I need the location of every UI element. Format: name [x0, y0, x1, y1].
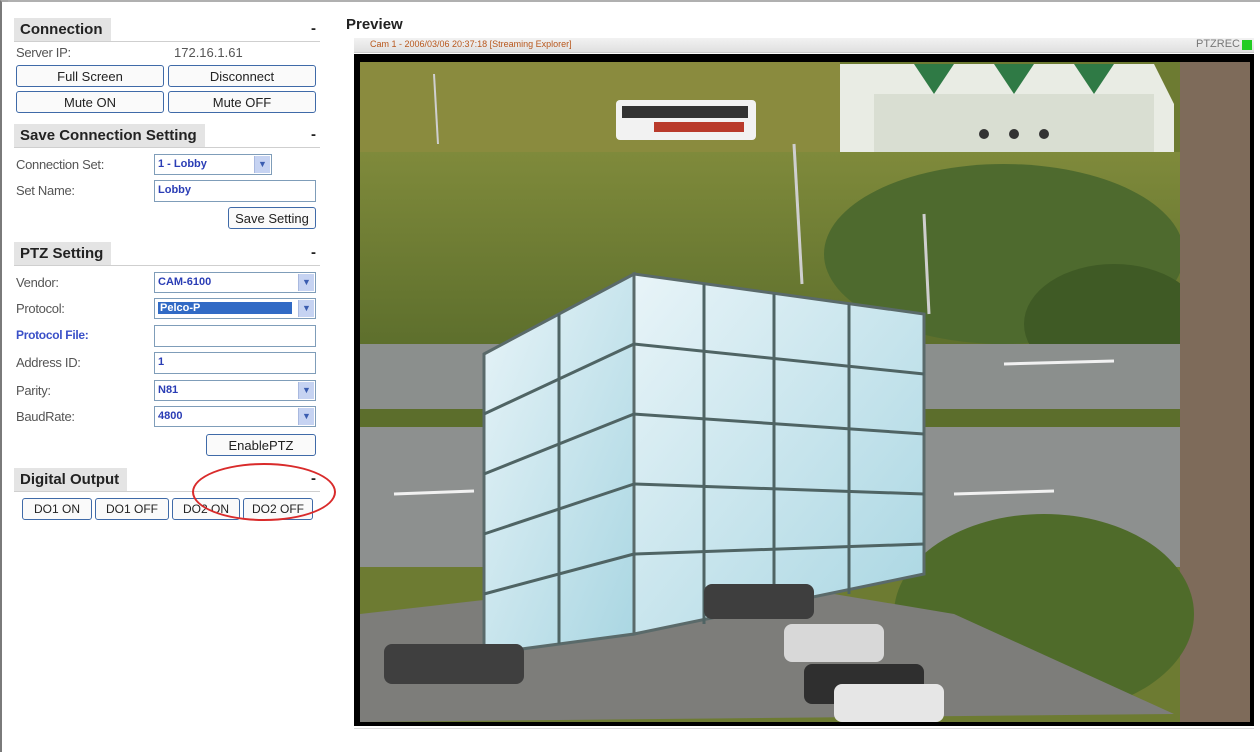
disconnect-button[interactable]: Disconnect	[168, 65, 316, 87]
digital-output-title: Digital Output	[14, 468, 128, 492]
set-name-input[interactable]: Lobby	[154, 180, 316, 202]
preview-title: Preview	[346, 16, 403, 33]
connection-minimize-button[interactable]: -	[311, 20, 316, 37]
control-panel: Connection - Server IP: 172.16.1.61 Full…	[14, 16, 320, 528]
save-setting-button[interactable]: Save Setting	[228, 207, 316, 229]
preview-bottom-divider	[354, 728, 1254, 729]
connection-set-select[interactable]: 1 - Lobby ▼	[154, 154, 272, 175]
chevron-down-icon[interactable]: ▼	[298, 274, 314, 291]
section-divider	[14, 265, 320, 266]
full-screen-button[interactable]: Full Screen	[16, 65, 164, 87]
parity-value: N81	[158, 384, 179, 396]
do1-on-button[interactable]: DO1 ON	[22, 498, 92, 520]
parity-select[interactable]: N81 ▼	[154, 380, 316, 401]
parity-label: Parity:	[16, 383, 51, 398]
protocol-file-label: Protocol File:	[16, 328, 89, 342]
connection-header: Connection -	[14, 16, 320, 42]
ptz-title: PTZ Setting	[14, 242, 112, 266]
connection-set-label: Connection Set:	[16, 157, 105, 172]
save-connection-title: Save Connection Setting	[14, 124, 205, 148]
connection-section: Connection - Server IP: 172.16.1.61 Full…	[14, 16, 320, 116]
protocol-label: Protocol:	[16, 301, 65, 316]
ptz-header: PTZ Setting -	[14, 240, 320, 266]
protocol-value: Pelco-P	[158, 302, 292, 314]
chevron-down-icon[interactable]: ▼	[298, 408, 314, 425]
page-border	[0, 0, 8, 752]
set-name-label: Set Name:	[16, 183, 75, 198]
record-indicator-icon	[1242, 40, 1252, 50]
enable-ptz-button[interactable]: EnablePTZ	[206, 434, 316, 456]
server-ip-value: 172.16.1.61	[174, 45, 243, 60]
camera-video-feed[interactable]	[354, 54, 1254, 726]
save-connection-minimize-button[interactable]: -	[311, 126, 316, 143]
address-id-input[interactable]: 1	[154, 352, 316, 374]
connection-title: Connection	[14, 18, 111, 42]
ptz-section: PTZ Setting - Vendor: CAM-6100 ▼ Protoco…	[14, 240, 320, 460]
top-border	[0, 0, 1260, 5]
do1-off-button[interactable]: DO1 OFF	[95, 498, 169, 520]
chevron-down-icon[interactable]: ▼	[298, 382, 314, 399]
protocol-file-input[interactable]	[154, 325, 316, 347]
section-divider	[14, 147, 320, 148]
chevron-down-icon[interactable]: ▼	[298, 300, 314, 317]
mute-off-button[interactable]: Mute OFF	[168, 91, 316, 113]
camera-info: Cam 1 - 2006/03/06 20:37:18 [Streaming E…	[370, 39, 572, 49]
vendor-select[interactable]: CAM-6100 ▼	[154, 272, 316, 293]
save-connection-header: Save Connection Setting -	[14, 122, 320, 148]
ptz-minimize-button[interactable]: -	[311, 244, 316, 261]
highlight-circle	[192, 463, 336, 521]
save-connection-section: Save Connection Setting - Connection Set…	[14, 122, 320, 234]
chevron-down-icon[interactable]: ▼	[254, 156, 270, 173]
baudrate-select[interactable]: 4800 ▼	[154, 406, 316, 427]
baudrate-label: BaudRate:	[16, 409, 75, 424]
mute-on-button[interactable]: Mute ON	[16, 91, 164, 113]
server-ip-label: Server IP:	[16, 45, 71, 60]
protocol-select[interactable]: Pelco-P ▼	[154, 298, 316, 319]
address-id-label: Address ID:	[16, 355, 81, 370]
baudrate-value: 4800	[158, 410, 183, 422]
vendor-value: CAM-6100	[158, 276, 212, 288]
vendor-label: Vendor:	[16, 275, 59, 290]
ptz-rec-status: PTZREC	[1196, 38, 1240, 50]
preview-status-bar: Cam 1 - 2006/03/06 20:37:18 [Streaming E…	[354, 38, 1254, 53]
connection-set-value: 1 - Lobby	[158, 158, 207, 170]
camera-scene-image	[360, 62, 1250, 722]
